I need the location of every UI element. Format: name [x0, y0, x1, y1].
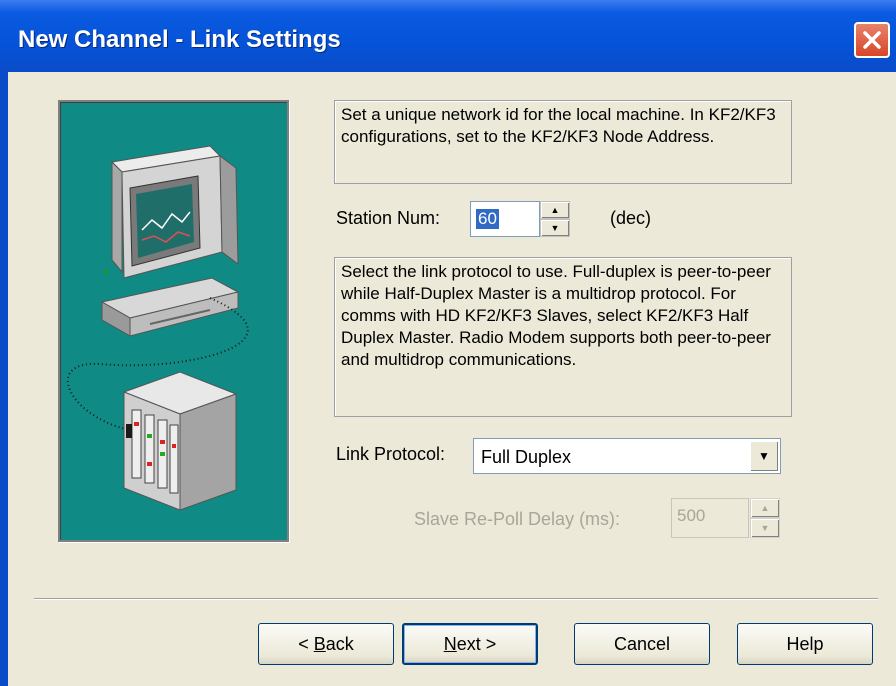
back-button[interactable]: < Back — [258, 623, 394, 665]
spin-up-icon: ▲ — [760, 503, 770, 513]
repoll-delay-value: 500 — [677, 506, 706, 525]
spin-down-icon: ▼ — [760, 523, 770, 533]
next-button[interactable]: Next > — [402, 623, 538, 665]
spin-down-icon: ▼ — [550, 223, 560, 233]
station-num-label: Station Num: — [336, 208, 441, 228]
station-num-unit: (dec) — [610, 208, 652, 228]
computer-icon — [100, 145, 240, 337]
dropdown-arrow-icon: ▼ — [758, 449, 770, 463]
cancel-button[interactable]: Cancel — [574, 623, 710, 665]
station-num-value: 60 — [476, 209, 499, 229]
repoll-delay-spinner[interactable]: ▲ ▼ — [750, 498, 780, 538]
link-protocol-dropdown-button[interactable]: ▼ — [750, 441, 778, 471]
back-button-hotkey: B — [313, 633, 326, 654]
repoll-spin-up-button[interactable]: ▲ — [750, 498, 780, 518]
station-help-text: Set a unique network id for the local ma… — [334, 100, 792, 184]
title-bar[interactable]: New Channel - Link Settings — [0, 0, 896, 72]
repoll-delay-label: Slave Re-Poll Delay (ms): — [414, 509, 621, 529]
dialog-window: New Channel - Link Settings Set a unique… — [0, 0, 896, 686]
spin-up-icon: ▲ — [550, 205, 560, 215]
close-icon — [863, 31, 881, 49]
back-button-prefix: < — [298, 633, 314, 654]
wizard-illustration — [58, 100, 289, 542]
spin-up-button[interactable]: ▲ — [540, 201, 570, 219]
window-left-border — [0, 72, 8, 686]
next-button-hotkey: N — [443, 633, 457, 654]
next-button-label: ext > — [456, 633, 497, 654]
back-button-label: ack — [325, 633, 354, 654]
plc-rack-icon — [122, 371, 238, 511]
station-num-input[interactable]: 60 — [470, 201, 540, 237]
protocol-help-text: Select the link protocol to use. Full-du… — [334, 257, 792, 417]
help-button[interactable]: Help — [737, 623, 873, 665]
link-protocol-select[interactable]: Full Duplex ▼ — [473, 438, 781, 474]
button-divider — [34, 598, 878, 600]
spin-down-button[interactable]: ▼ — [540, 219, 570, 237]
repoll-delay-input[interactable]: 500 — [671, 498, 749, 538]
window-title: New Channel - Link Settings — [18, 26, 341, 53]
link-protocol-label: Link Protocol: — [336, 444, 446, 464]
repoll-spin-down-button[interactable]: ▼ — [750, 518, 780, 538]
close-button[interactable] — [854, 22, 890, 58]
link-protocol-value: Full Duplex — [481, 447, 572, 467]
station-num-spinner[interactable]: ▲ ▼ — [540, 201, 570, 237]
